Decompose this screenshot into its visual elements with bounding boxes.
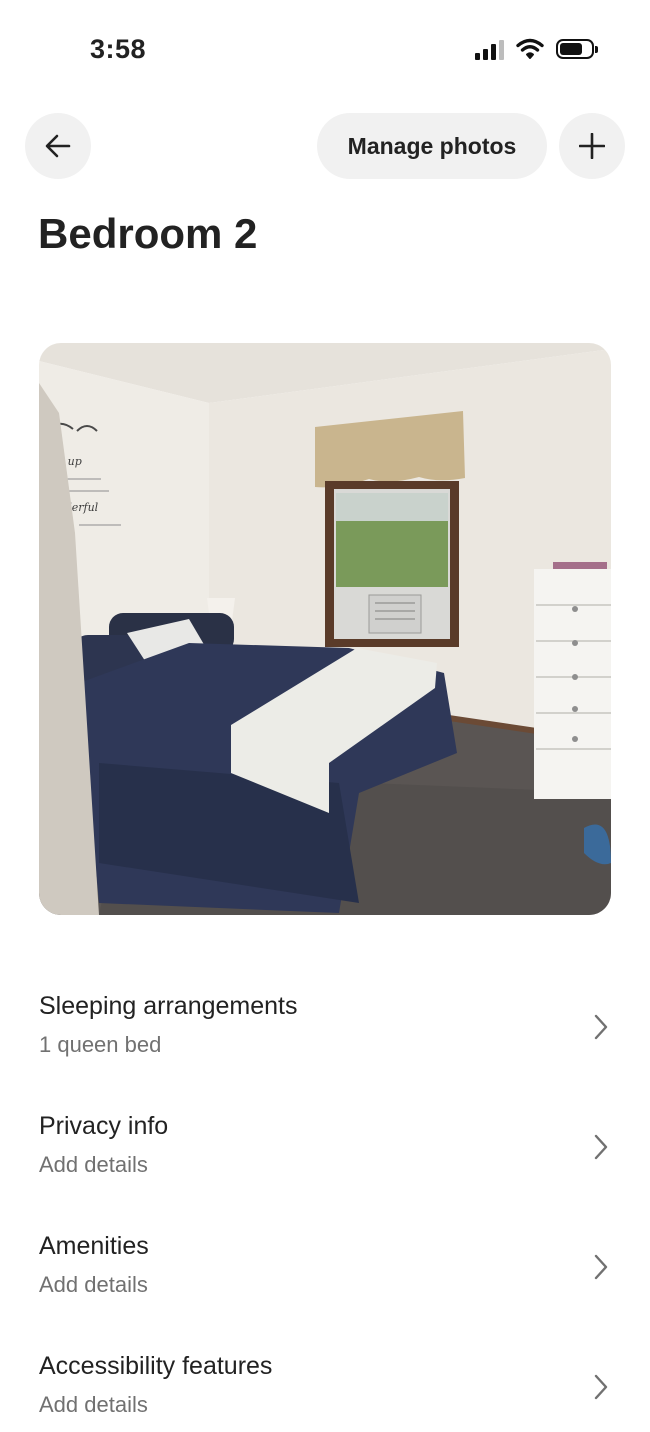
amenities-row[interactable]: Amenities Add details (39, 1232, 611, 1312)
battery-icon (556, 39, 598, 59)
chevron-right-icon (594, 1374, 608, 1400)
row-subtitle: Add details (39, 1392, 148, 1417)
status-icons (475, 38, 598, 60)
privacy-info-row[interactable]: Privacy info Add details (39, 1112, 611, 1192)
accessibility-features-row[interactable]: Accessibility features Add details (39, 1352, 611, 1432)
sleeping-arrangements-row[interactable]: Sleeping arrangements 1 queen bed (39, 992, 611, 1072)
manage-photos-button[interactable]: Manage photos (317, 113, 547, 179)
status-time: 3:58 (90, 34, 147, 64)
wifi-icon (516, 38, 544, 59)
row-subtitle: Add details (39, 1272, 148, 1297)
status-bar: 3:58 (0, 0, 650, 100)
chevron-right-icon (594, 1014, 608, 1040)
arrow-left-icon (45, 134, 71, 158)
bedroom-photo-illustration: ke up onderful (39, 343, 611, 915)
chevron-right-icon (594, 1134, 608, 1160)
cellular-signal-icon (475, 38, 504, 60)
row-title: Amenities (39, 1232, 149, 1260)
row-title: Accessibility features (39, 1352, 273, 1380)
plus-icon (579, 133, 605, 159)
page-title: Bedroom 2 (38, 210, 258, 257)
row-subtitle: Add details (39, 1152, 148, 1177)
row-subtitle: 1 queen bed (39, 1032, 162, 1057)
chevron-right-icon (594, 1254, 608, 1280)
row-title: Privacy info (39, 1112, 169, 1140)
add-photo-button[interactable] (559, 113, 625, 179)
back-button[interactable] (25, 113, 91, 179)
row-title: Sleeping arrangements (39, 992, 298, 1020)
room-photo[interactable]: ke up onderful (39, 343, 611, 915)
